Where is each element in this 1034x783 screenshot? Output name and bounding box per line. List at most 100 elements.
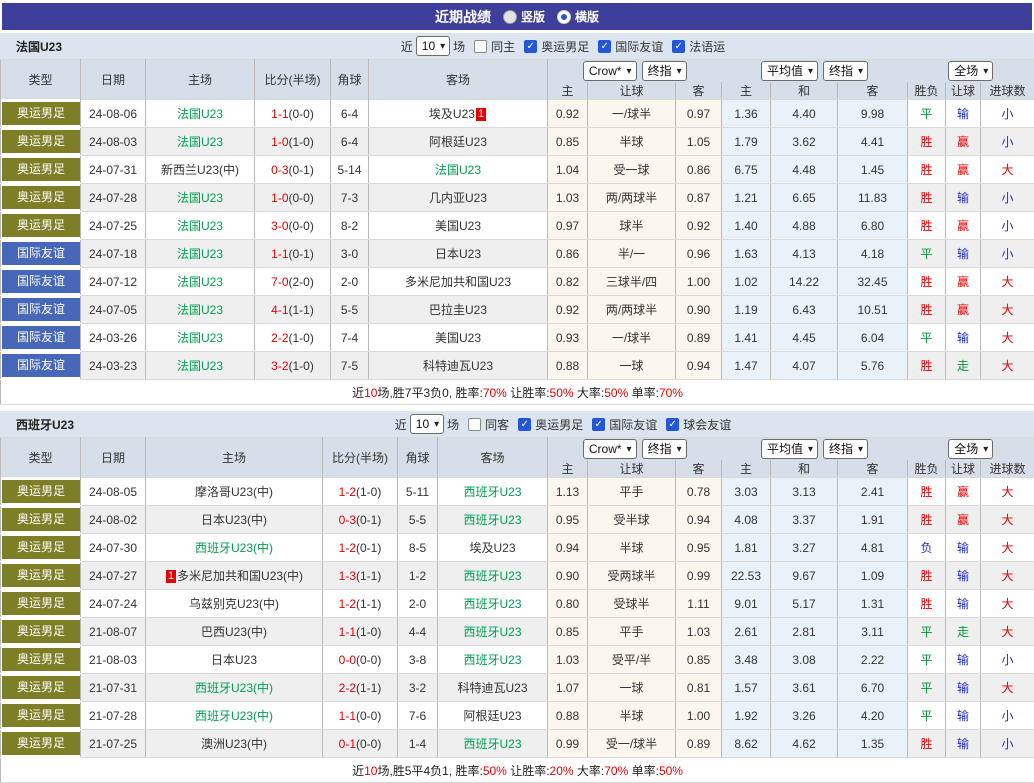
corner-count: 5-5	[331, 296, 369, 324]
result-handicap: 输	[946, 590, 981, 618]
avg-draw-odds: 6.43	[771, 296, 838, 324]
odds-home: 0.93	[548, 324, 588, 352]
avg-home-odds: 3.48	[722, 646, 771, 674]
bookmaker-select[interactable]: Crow*▾	[583, 61, 637, 81]
match-date: 21-07-28	[81, 702, 146, 730]
filter-bar: 西班牙U23 近 10▾ 场 同客 ✓ 奥运男足 ✓ 国际友谊 ✓ 球会友谊	[0, 411, 1034, 437]
odds-away: 0.96	[676, 240, 722, 268]
league-francophone-checkbox[interactable]: ✓	[672, 40, 685, 53]
full-time-score: 3-2	[271, 359, 288, 373]
average-select[interactable]: 平均值▾	[761, 439, 818, 459]
score-cell: 0-3(0-1)	[255, 156, 331, 184]
avg-away-odds: 1.09	[838, 562, 908, 590]
col-result-handicap: 让球	[946, 82, 981, 100]
match-type-badge: 国际友谊	[2, 354, 80, 377]
odds-handicap: 平手	[588, 478, 676, 506]
avg-away-odds: 4.81	[838, 534, 908, 562]
home-team: 摩洛哥U23(中)	[195, 485, 273, 499]
match-date: 24-03-26	[81, 324, 146, 352]
score-cell: 1-0(0-0)	[255, 184, 331, 212]
score-cell: 1-2(0-1)	[323, 534, 398, 562]
result-handicap: 输	[946, 674, 981, 702]
chevron-down-icon: ▾	[677, 64, 682, 79]
match-type-badge: 奥运男足	[2, 158, 80, 181]
avg-draw-odds: 4.88	[771, 212, 838, 240]
corner-count: 1-4	[398, 730, 438, 758]
match-type-badge: 国际友谊	[2, 242, 80, 265]
match-type-badge: 奥运男足	[2, 676, 80, 699]
match-count-select[interactable]: 10▾	[410, 414, 444, 434]
result-handicap: 走	[946, 618, 981, 646]
vertical-layout-radio[interactable]: 竖版	[503, 8, 545, 25]
odds-away: 0.81	[676, 674, 722, 702]
avg-draw-odds: 3.37	[771, 506, 838, 534]
match-count-value: 10	[416, 417, 429, 432]
odds-home: 0.86	[548, 240, 588, 268]
chevron-down-icon: ▾	[858, 442, 863, 457]
away-team-cell: 巴拉圭U23	[369, 296, 548, 324]
chevron-down-icon: ▾	[858, 64, 863, 79]
full-time-score: 3-0	[271, 219, 288, 233]
away-team: 西班牙U23	[463, 485, 521, 499]
col-home: 主场	[146, 60, 255, 100]
league-friendly-checkbox[interactable]: ✓	[598, 40, 611, 53]
section-spain-u23: 西班牙U23 近 10▾ 场 同客 ✓ 奥运男足 ✓ 国际友谊 ✓ 球会友谊 类…	[0, 411, 1034, 783]
bookmaker-select[interactable]: Crow*▾	[583, 439, 637, 459]
home-team: 法国U23	[177, 219, 223, 233]
away-team-cell: 西班牙U23	[438, 646, 548, 674]
avg-away-odds: 32.45	[838, 268, 908, 296]
horizontal-layout-radio[interactable]: 横版	[557, 8, 599, 25]
half-time-score: (1-0)	[289, 135, 314, 149]
home-team: 日本U23	[211, 653, 257, 667]
result-goals: 大	[981, 674, 1034, 702]
league-friendly-checkbox[interactable]: ✓	[592, 418, 605, 431]
away-team: 法国U23	[435, 163, 481, 177]
score-cell: 2-2(1-1)	[323, 674, 398, 702]
odds-home: 1.04	[548, 156, 588, 184]
league-club-friendly-checkbox[interactable]: ✓	[666, 418, 679, 431]
table-row: 奥运男足 24-08-05 摩洛哥U23(中) 1-2(1-0) 5-11 西班…	[1, 478, 1034, 506]
home-team-cell: 西班牙U23(中)	[146, 702, 323, 730]
result-win-loss: 平	[908, 100, 946, 128]
same-away-checkbox[interactable]	[468, 418, 481, 431]
match-date: 24-08-02	[81, 506, 146, 534]
match-type-badge: 奥运男足	[2, 536, 80, 559]
result-handicap: 赢	[946, 296, 981, 324]
table-row: 国际友谊 24-07-12 法国U23 7-0(2-0) 2-0 多米尼加共和国…	[1, 268, 1034, 296]
odds-time-select[interactable]: 终指▾	[642, 61, 687, 81]
result-win-loss: 胜	[908, 352, 946, 380]
scope-select[interactable]: 全场▾	[948, 61, 993, 81]
home-team-cell: 法国U23	[146, 268, 255, 296]
filter-controls: 近 10▾ 场 同主 ✓ 奥运男足 ✓ 国际友谊 ✓ 法语运	[401, 36, 725, 56]
table-row: 奥运男足 24-07-31 新西兰U23(中) 0-3(0-1) 5-14 法国…	[1, 156, 1034, 184]
match-date: 24-07-12	[81, 268, 146, 296]
match-type-cell: 国际友谊	[1, 296, 81, 324]
odds-handicap: 受球半	[588, 590, 676, 618]
result-goals: 大	[981, 352, 1034, 380]
avg-time-select[interactable]: 终指▾	[823, 439, 868, 459]
league-olympic-label: 奥运男足	[535, 416, 583, 433]
match-type-cell: 奥运男足	[1, 478, 81, 506]
league-friendly-label: 国际友谊	[615, 38, 663, 55]
avg-time-select[interactable]: 终指▾	[823, 61, 868, 81]
odds-handicap: 两/两球半	[588, 184, 676, 212]
result-win-loss: 胜	[908, 506, 946, 534]
odds-home: 0.97	[548, 212, 588, 240]
match-type-cell: 国际友谊	[1, 240, 81, 268]
away-team-cell: 美国U23	[369, 324, 548, 352]
result-goals: 小	[981, 212, 1034, 240]
league-olympic-checkbox[interactable]: ✓	[524, 40, 537, 53]
scope-select[interactable]: 全场▾	[948, 439, 993, 459]
match-date: 24-07-25	[81, 212, 146, 240]
same-home-checkbox[interactable]	[474, 40, 487, 53]
avg-draw-odds: 3.62	[771, 128, 838, 156]
chevron-down-icon: ▾	[440, 39, 445, 54]
match-count-select[interactable]: 10▾	[416, 36, 450, 56]
avg-away-odds: 6.80	[838, 212, 908, 240]
odds-away: 0.97	[676, 100, 722, 128]
odds-time-select[interactable]: 终指▾	[642, 439, 687, 459]
average-select[interactable]: 平均值▾	[761, 61, 818, 81]
match-date: 24-08-05	[81, 478, 146, 506]
corner-count: 3-8	[398, 646, 438, 674]
league-olympic-checkbox[interactable]: ✓	[518, 418, 531, 431]
